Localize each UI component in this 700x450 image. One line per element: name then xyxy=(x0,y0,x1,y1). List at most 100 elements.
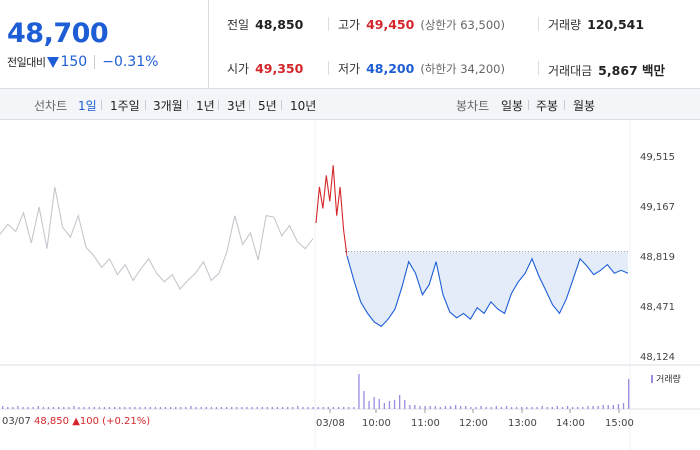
volume-bar xyxy=(368,401,370,409)
x-tick-label: 15:00 xyxy=(605,418,634,429)
volume-bar xyxy=(68,407,70,409)
volume-bar xyxy=(236,407,238,409)
volume-bar xyxy=(383,403,385,409)
tab-3month[interactable]: 3개월 xyxy=(153,97,183,114)
divider xyxy=(145,100,146,110)
volume-bar xyxy=(322,407,324,409)
volume-bar xyxy=(628,379,630,409)
volume-bar xyxy=(419,406,421,409)
change-amount: 150 xyxy=(60,54,88,70)
open-label: 시가 xyxy=(227,62,250,76)
volume-bar xyxy=(455,405,457,409)
change-percent: −0.31% xyxy=(102,54,159,70)
volume-bar xyxy=(602,405,604,409)
volume-bar xyxy=(424,406,426,409)
volume-bar xyxy=(276,407,279,409)
down-triangle-icon xyxy=(47,56,60,68)
volume-bar xyxy=(93,407,95,409)
volume-bar xyxy=(566,406,569,409)
volume-bar xyxy=(139,407,141,409)
volume-bar xyxy=(103,407,106,409)
lower-limit: (하한가 34,200) xyxy=(420,62,505,76)
volume-bar xyxy=(480,406,482,409)
open-value: 49,350 xyxy=(255,61,304,76)
volume-bar xyxy=(180,407,182,409)
price-chart[interactable]: 49,515 49,167 48,819 48,471 48,124 03/08 10:00… xyxy=(0,120,700,450)
prev-day-line xyxy=(0,186,314,290)
volume-bar xyxy=(505,406,508,409)
volume-bar xyxy=(22,407,24,409)
divider xyxy=(328,17,329,31)
volume-bar xyxy=(12,407,14,409)
volume-bar xyxy=(378,399,380,409)
volume-bar xyxy=(444,406,447,409)
volume-bar xyxy=(292,407,294,409)
volume-bar xyxy=(7,407,9,409)
volume-bar xyxy=(327,407,329,409)
volume-bar xyxy=(612,405,614,409)
change-row: 전일대비 150 −0.31% xyxy=(7,54,158,70)
volume-bar xyxy=(271,407,273,409)
divider xyxy=(538,61,539,75)
open-stat: 시가 49,350 xyxy=(227,60,303,77)
volume-bar xyxy=(622,403,625,409)
volume-bar xyxy=(353,407,355,409)
volume-bar xyxy=(114,407,116,409)
volume-bar xyxy=(531,407,533,409)
volume-bar xyxy=(510,407,513,409)
tab-10year[interactable]: 10년 xyxy=(290,97,316,114)
tab-5year[interactable]: 5년 xyxy=(258,97,277,114)
tab-daily-candle[interactable]: 일봉 xyxy=(501,97,523,114)
divider xyxy=(94,55,96,69)
volume-bar xyxy=(307,407,309,409)
tab-monthly-candle[interactable]: 월봉 xyxy=(573,97,595,114)
volume-bar xyxy=(572,407,574,409)
volume-bar xyxy=(414,405,416,409)
volume-bar xyxy=(516,407,518,409)
volume-bar xyxy=(358,374,360,409)
volume-bar xyxy=(449,406,452,409)
chart-period-tabs: 선차트 1일 1주일 3개월 1년 3년 5년 10년 봉차트 일봉 주봉 월봉 xyxy=(0,89,700,120)
divider xyxy=(564,100,565,110)
high-stat: 고가 49,450 (상한가 63,500) xyxy=(338,16,505,33)
tab-1year[interactable]: 1년 xyxy=(196,97,215,114)
current-price: 48,700 xyxy=(7,18,109,49)
volume-bar xyxy=(175,407,177,409)
volume-bar xyxy=(63,407,65,409)
tab-3year[interactable]: 3년 xyxy=(227,97,246,114)
volume-bar xyxy=(144,407,146,409)
prev-day-info: 03/07 48,850 ▲100 (+0.21%) xyxy=(2,416,150,427)
y-tick-label: 48,471 xyxy=(640,302,675,313)
x-tick-label: 13:00 xyxy=(508,418,537,429)
volume-bar xyxy=(17,406,19,409)
volume-bar xyxy=(164,407,167,409)
volume-bar xyxy=(256,407,258,409)
tab-weekly-candle[interactable]: 주봉 xyxy=(536,97,558,114)
volume-bar xyxy=(607,405,609,409)
volume-bar xyxy=(287,407,289,409)
tab-1day[interactable]: 1일 xyxy=(78,97,97,114)
volume-bar xyxy=(460,406,462,409)
tab-1week[interactable]: 1주일 xyxy=(110,97,140,114)
low-value: 48,200 xyxy=(366,61,415,76)
change-label: 전일대비 xyxy=(7,56,46,69)
volume-bar xyxy=(37,406,39,409)
volume-bar xyxy=(373,397,375,409)
volume-bar xyxy=(83,407,85,409)
volume-bar xyxy=(536,407,538,409)
volume-bar xyxy=(231,407,233,409)
y-tick-label: 48,124 xyxy=(640,352,675,363)
volume-bar xyxy=(200,407,202,409)
y-tick-label: 48,819 xyxy=(640,252,675,263)
amount-stat: 거래대금 5,867 백만 xyxy=(548,60,665,79)
volume-bar xyxy=(32,407,34,409)
prev-day-date: 03/07 xyxy=(2,416,31,427)
volume-bar xyxy=(597,406,599,409)
prev-close-label: 전일 xyxy=(227,18,250,32)
volume-bar xyxy=(302,407,304,409)
volume-stat: 거래량 120,541 xyxy=(548,16,644,33)
divider xyxy=(249,100,250,110)
volume-bar xyxy=(154,407,156,409)
volume-bar xyxy=(281,407,284,409)
volume-legend-label: 거래량 xyxy=(656,375,681,385)
